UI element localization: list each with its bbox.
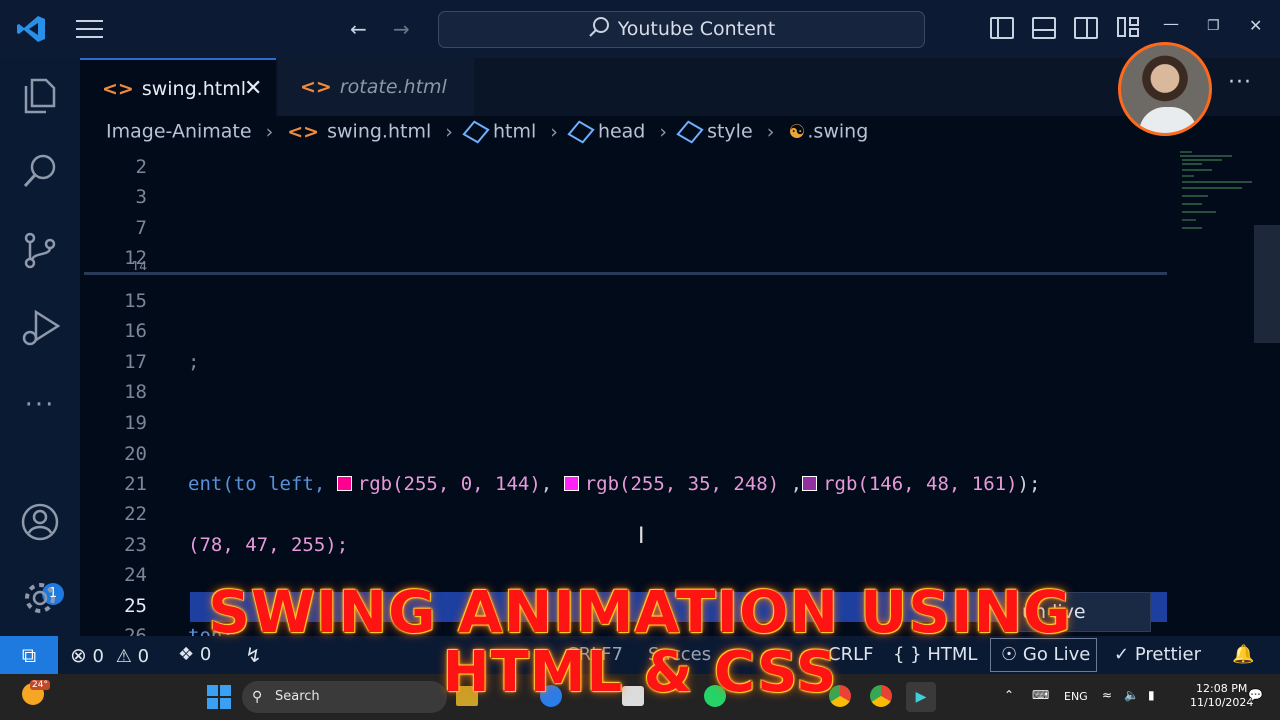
customize-layout-icon[interactable] — [1117, 17, 1141, 39]
tab-swing-html[interactable]: <> swing.html ✕ — [80, 58, 276, 116]
color-swatch[interactable] — [336, 476, 352, 491]
close-tab-icon[interactable]: ✕ — [244, 60, 262, 118]
code-token: , — [779, 473, 803, 495]
line-number: 16 — [124, 320, 147, 342]
search-icon — [588, 17, 609, 37]
more-actions-icon[interactable]: ··· — [1228, 70, 1252, 95]
line-number: 15 — [124, 290, 147, 312]
html-file-icon: <> — [300, 76, 332, 98]
breadcrumb: Image-Animate › <> swing.html › html › he… — [106, 119, 868, 148]
line-number: 22 — [124, 503, 147, 525]
forward-arrow-icon[interactable]: → — [393, 16, 410, 42]
code-line-21: ent(to left, rgb(255, 0, 144), rgb(255, … — [188, 473, 1040, 495]
vscode-logo-icon — [17, 16, 45, 42]
color-value: rgb(255, 35, 248) — [584, 473, 780, 495]
minimap[interactable] — [1172, 150, 1254, 240]
more-views-icon[interactable]: ··· — [20, 390, 60, 430]
webcam-avatar — [1118, 42, 1212, 136]
sticky-scroll-separator — [84, 272, 1167, 275]
line-number: 3 — [135, 186, 147, 208]
chevron-right-icon: › — [550, 120, 558, 143]
symbol-element-icon — [462, 119, 490, 144]
line-number: 21 — [124, 473, 147, 495]
restore-icon[interactable]: ❐ — [1207, 18, 1220, 34]
run-debug-icon[interactable] — [20, 308, 60, 348]
line-number: 20 — [124, 443, 147, 465]
symbol-element-icon — [676, 119, 704, 144]
breadcrumb-file[interactable]: swing.html — [327, 121, 431, 143]
color-swatch[interactable] — [802, 476, 818, 491]
menu-icon[interactable] — [76, 20, 103, 38]
chevron-right-icon: › — [445, 120, 453, 143]
breadcrumb-style[interactable]: style — [707, 121, 753, 143]
color-value: rgb(146, 48, 161) — [823, 473, 1018, 495]
code-editor[interactable]: 2 3 7 12 14 15 16 17 18 19 20 21 22 23 2… — [80, 150, 1280, 636]
code-token: , — [540, 473, 553, 495]
tab-label: rotate.html — [339, 76, 447, 98]
code-line-23: (78, 47, 255); — [188, 534, 349, 556]
line-number: 2 — [135, 156, 147, 178]
breadcrumb-head[interactable]: head — [598, 121, 645, 143]
editor-tabs: <> swing.html ✕ <> rotate.html — [80, 58, 1280, 116]
video-title-line-2: HTML & CSS — [442, 640, 838, 705]
symbol-element-icon — [567, 119, 595, 144]
code-token: to — [233, 473, 257, 495]
command-center-search[interactable]: Youtube Content — [438, 11, 925, 48]
video-title-line-1: SWING ANIMATION USING — [208, 578, 1072, 646]
code-line-17: ; — [188, 351, 200, 373]
code-token: ); — [1017, 473, 1041, 495]
line-number: 7 — [135, 217, 147, 239]
toggle-secondary-sidebar-icon[interactable] — [1074, 17, 1098, 39]
breadcrumb-folder[interactable]: Image-Animate — [106, 121, 252, 143]
tab-rotate-html[interactable]: <> rotate.html — [278, 58, 474, 116]
back-arrow-icon[interactable]: ← — [350, 16, 367, 42]
search-icon[interactable] — [20, 152, 60, 192]
command-center-label: Youtube Content — [617, 18, 776, 40]
explorer-icon[interactable] — [20, 76, 60, 116]
text-cursor-icon: I — [638, 524, 645, 549]
chevron-right-icon: › — [659, 120, 668, 143]
toggle-panel-icon[interactable] — [1032, 17, 1056, 39]
title-bar: ← → Youtube Content — ❐ ✕ — [0, 0, 1280, 58]
breadcrumb-selector[interactable]: .swing — [807, 121, 868, 143]
vertical-scrollbar[interactable] — [1254, 225, 1280, 343]
tab-label: swing.html — [141, 78, 246, 100]
html-file-icon: <> — [102, 78, 134, 100]
source-control-icon[interactable] — [20, 230, 60, 270]
accounts-icon[interactable] — [20, 502, 60, 542]
code-token: left, — [268, 473, 326, 495]
breadcrumb-html[interactable]: html — [493, 121, 536, 143]
activity-bar: ··· 1 — [0, 58, 80, 636]
toggle-sidebar-icon[interactable] — [990, 17, 1014, 39]
line-number: 17 — [124, 351, 147, 373]
line-number: 23 — [124, 534, 147, 556]
chevron-right-icon: › — [766, 120, 775, 143]
line-number: 19 — [124, 412, 147, 434]
chevron-right-icon: › — [265, 120, 274, 143]
close-icon[interactable]: ✕ — [1249, 16, 1262, 35]
html-file-icon: <> — [287, 120, 320, 143]
minimize-icon[interactable]: — — [1163, 14, 1179, 33]
code-token: ent( — [188, 473, 234, 495]
line-number: 14 — [131, 260, 147, 270]
css-selector-icon: ☯ — [788, 120, 806, 143]
line-number: 18 — [124, 381, 147, 403]
color-swatch[interactable] — [563, 476, 579, 491]
color-value: rgb(255, 0, 144) — [357, 473, 541, 495]
